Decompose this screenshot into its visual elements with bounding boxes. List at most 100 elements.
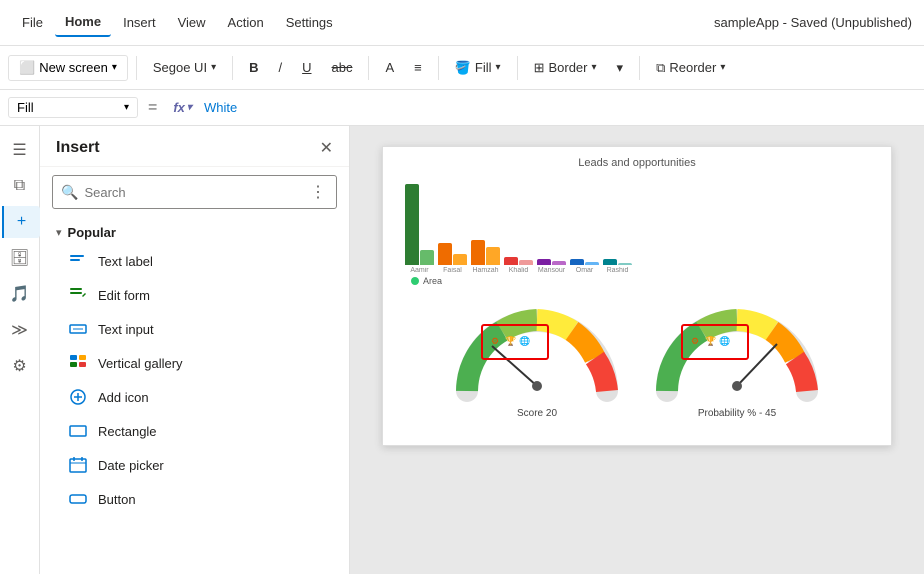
list-item[interactable]: Button xyxy=(40,482,349,516)
formula-input[interactable] xyxy=(204,100,916,115)
toolbar-separator-2 xyxy=(232,56,233,80)
toolbar-separator-4 xyxy=(438,56,439,80)
sidebar-icon-add[interactable]: + xyxy=(2,206,40,238)
list-item[interactable]: Text input xyxy=(40,312,349,346)
chart-legend: Area xyxy=(401,276,873,286)
list-item[interactable]: Vertical gallery xyxy=(40,346,349,380)
bold-button[interactable]: B xyxy=(241,56,266,79)
gauge-2-svg xyxy=(647,296,827,406)
menu-bar: File Home Insert View Action Settings sa… xyxy=(0,0,924,46)
bar xyxy=(618,263,632,265)
insert-panel-title: Insert xyxy=(56,139,100,157)
bar xyxy=(405,184,419,265)
list-item[interactable]: Add icon xyxy=(40,380,349,414)
toolbar: ⬜ New screen ▾ Segoe UI ▾ B / U abc A ≡ … xyxy=(0,46,924,90)
down-arrow-button[interactable]: ▾ xyxy=(609,56,632,80)
bar-group-2 xyxy=(438,243,467,265)
border-label: Border xyxy=(548,60,587,75)
fill-selector-label: Fill xyxy=(17,100,34,115)
font-color-button[interactable]: A xyxy=(377,56,402,79)
gallery-item-label: Vertical gallery xyxy=(98,356,183,371)
bar xyxy=(471,240,485,265)
popular-section-header[interactable]: ▾ Popular xyxy=(40,217,349,244)
list-item[interactable]: Date picker xyxy=(40,448,349,482)
sidebar-icon-menu[interactable]: ☰ xyxy=(4,134,36,166)
main-area: ☰ ⧉ + 🗄 🎵 ≫ ⚙ Insert ✕ 🔍 ⋮ ▾ Popular xyxy=(0,126,924,574)
strikethrough-button[interactable]: abc xyxy=(324,56,361,79)
menu-insert[interactable]: Insert xyxy=(113,9,166,36)
sidebar-icon-media[interactable]: 🎵 xyxy=(4,278,36,310)
text-label-icon xyxy=(68,251,88,271)
border-chevron-icon: ▾ xyxy=(592,62,597,73)
reorder-chevron-icon: ▾ xyxy=(720,62,725,73)
list-item[interactable]: Rectangle xyxy=(40,414,349,448)
menu-settings[interactable]: Settings xyxy=(276,9,343,36)
menu-items: File Home Insert View Action Settings xyxy=(12,8,343,37)
fill-selector[interactable]: Fill ▾ xyxy=(8,97,138,118)
bar-group-3 xyxy=(471,240,500,265)
sidebar-icon-connectors[interactable]: ≫ xyxy=(4,314,36,346)
fill-chevron-icon: ▾ xyxy=(496,62,501,73)
sidebar-icon-settings[interactable]: ⚙ xyxy=(4,350,36,382)
bar-group-4 xyxy=(504,257,533,265)
new-screen-button[interactable]: ⬜ New screen ▾ xyxy=(8,55,128,81)
bar xyxy=(453,254,467,265)
sidebar-icon-layers[interactable]: ⧉ xyxy=(4,170,36,202)
border-button[interactable]: ⊞ Border ▾ xyxy=(526,56,605,80)
underline-button[interactable]: U xyxy=(294,56,319,79)
bar xyxy=(552,261,566,265)
edit-form-item-label: Edit form xyxy=(98,288,150,303)
add-icon-item-label: Add icon xyxy=(98,390,149,405)
search-input[interactable] xyxy=(84,185,302,200)
bar xyxy=(585,262,599,265)
fx-button[interactable]: fx ▾ xyxy=(167,98,198,117)
legend-dot xyxy=(411,277,419,285)
fx-chevron-icon: ▾ xyxy=(187,102,192,113)
list-item[interactable]: Text label xyxy=(40,244,349,278)
rectangle-item-label: Rectangle xyxy=(98,424,157,439)
menu-file[interactable]: File xyxy=(12,9,53,36)
search-icon: 🔍 xyxy=(61,184,78,201)
toolbar-separator-3 xyxy=(368,56,369,80)
menu-view[interactable]: View xyxy=(168,9,216,36)
toolbar-separator-6 xyxy=(639,56,640,80)
close-button[interactable]: ✕ xyxy=(320,138,333,158)
gauge-1-label: Score 20 xyxy=(517,408,557,419)
bar-group-1 xyxy=(405,184,434,265)
align-button[interactable]: ≡ xyxy=(406,56,430,79)
bar xyxy=(519,260,533,265)
font-dropdown[interactable]: Segoe UI ▾ xyxy=(145,56,224,79)
menu-action[interactable]: Action xyxy=(218,9,274,36)
font-chevron-icon: ▾ xyxy=(211,62,216,73)
equals-sign: = xyxy=(144,99,161,117)
text-input-item-label: Text input xyxy=(98,322,154,337)
gauge-1-svg xyxy=(447,296,627,406)
more-options-button[interactable]: ⋮ xyxy=(308,180,328,204)
canvas-area: Leads and opportunities xyxy=(350,126,924,574)
reorder-label: Reorder xyxy=(669,60,716,75)
bar xyxy=(504,257,518,265)
gauge-2-label: Probability % - 45 xyxy=(698,408,776,419)
chart-title: Leads and opportunities xyxy=(393,157,881,169)
fill-button[interactable]: 🪣 Fill ▾ xyxy=(447,56,509,80)
gallery-icon xyxy=(68,353,88,373)
popular-section-label: Popular xyxy=(68,225,116,240)
fill-selector-chevron-icon: ▾ xyxy=(124,102,129,113)
italic-button[interactable]: / xyxy=(270,56,290,79)
menu-home[interactable]: Home xyxy=(55,8,111,37)
panel-items: ▾ Popular Text label Edit form xyxy=(40,217,349,574)
fill-icon: 🪣 xyxy=(455,60,471,76)
text-input-icon xyxy=(68,319,88,339)
reorder-button[interactable]: ⧉ Reorder ▾ xyxy=(648,56,733,80)
bar-group-6 xyxy=(570,259,599,265)
date-picker-icon xyxy=(68,455,88,475)
bar xyxy=(438,243,452,265)
list-item[interactable]: Edit form xyxy=(40,278,349,312)
new-screen-chevron-icon: ▾ xyxy=(112,62,117,73)
gauges-row: ⚙ 🏆 🌐 Score 20 xyxy=(393,296,881,419)
toolbar-separator-1 xyxy=(136,56,137,80)
date-picker-item-label: Date picker xyxy=(98,458,164,473)
gauge-1-wrap: ⚙ 🏆 🌐 xyxy=(447,296,627,406)
sidebar-icon-data[interactable]: 🗄 xyxy=(4,242,36,274)
new-screen-label: New screen xyxy=(39,60,108,75)
